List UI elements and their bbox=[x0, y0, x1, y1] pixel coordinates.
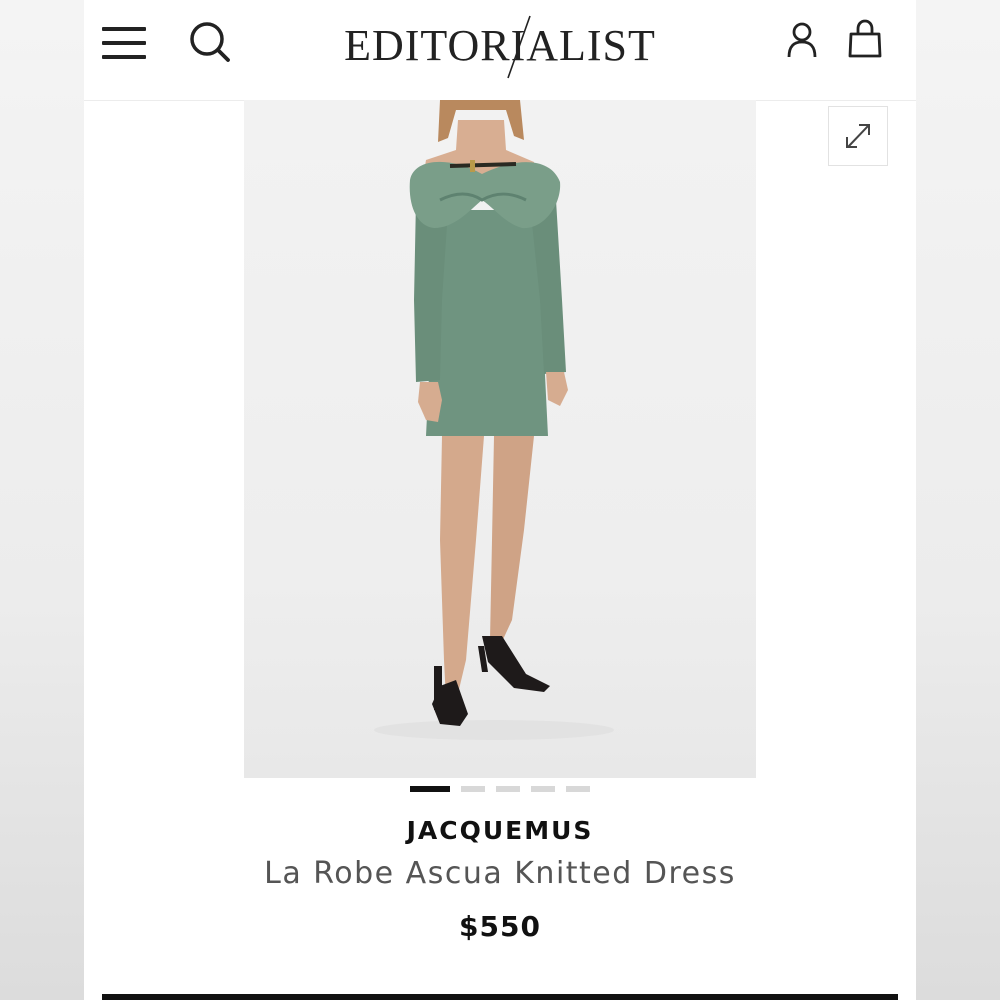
model-photo bbox=[374, 100, 614, 740]
account-button[interactable] bbox=[784, 20, 820, 60]
product-price: $550 bbox=[459, 910, 541, 943]
menu-icon-line bbox=[102, 27, 146, 31]
gallery-dot[interactable] bbox=[531, 786, 555, 792]
user-icon bbox=[787, 22, 817, 58]
shopping-bag-button[interactable] bbox=[846, 18, 884, 60]
gallery-dot[interactable] bbox=[566, 786, 590, 792]
menu-button[interactable] bbox=[102, 26, 146, 60]
menu-icon-line bbox=[102, 41, 146, 45]
site-logo[interactable]: EDITORIALIST bbox=[300, 14, 700, 80]
right-background bbox=[916, 0, 1000, 1000]
logo-text: EDITORIALIST bbox=[344, 21, 656, 70]
menu-icon-line bbox=[102, 55, 146, 59]
expand-icon bbox=[846, 124, 870, 148]
search-button[interactable] bbox=[188, 20, 232, 64]
shopping-bag-icon bbox=[848, 19, 882, 58]
gallery-dot[interactable] bbox=[496, 786, 520, 792]
expand-image-button[interactable] bbox=[828, 106, 888, 166]
product-page: EDITORIALIST JACQUEMUS La Robe Ascua Kni… bbox=[84, 0, 916, 1000]
product-image[interactable] bbox=[244, 100, 756, 778]
search-icon bbox=[190, 22, 230, 62]
left-background bbox=[0, 0, 84, 1000]
gallery-dot[interactable] bbox=[410, 786, 450, 792]
product-brand[interactable]: JACQUEMUS bbox=[84, 816, 916, 845]
product-title: La Robe Ascua Knitted Dress bbox=[264, 856, 736, 891]
gallery-dot[interactable] bbox=[461, 786, 485, 792]
site-header: EDITORIALIST bbox=[84, 0, 916, 101]
add-to-bag-bar[interactable] bbox=[102, 994, 898, 1000]
